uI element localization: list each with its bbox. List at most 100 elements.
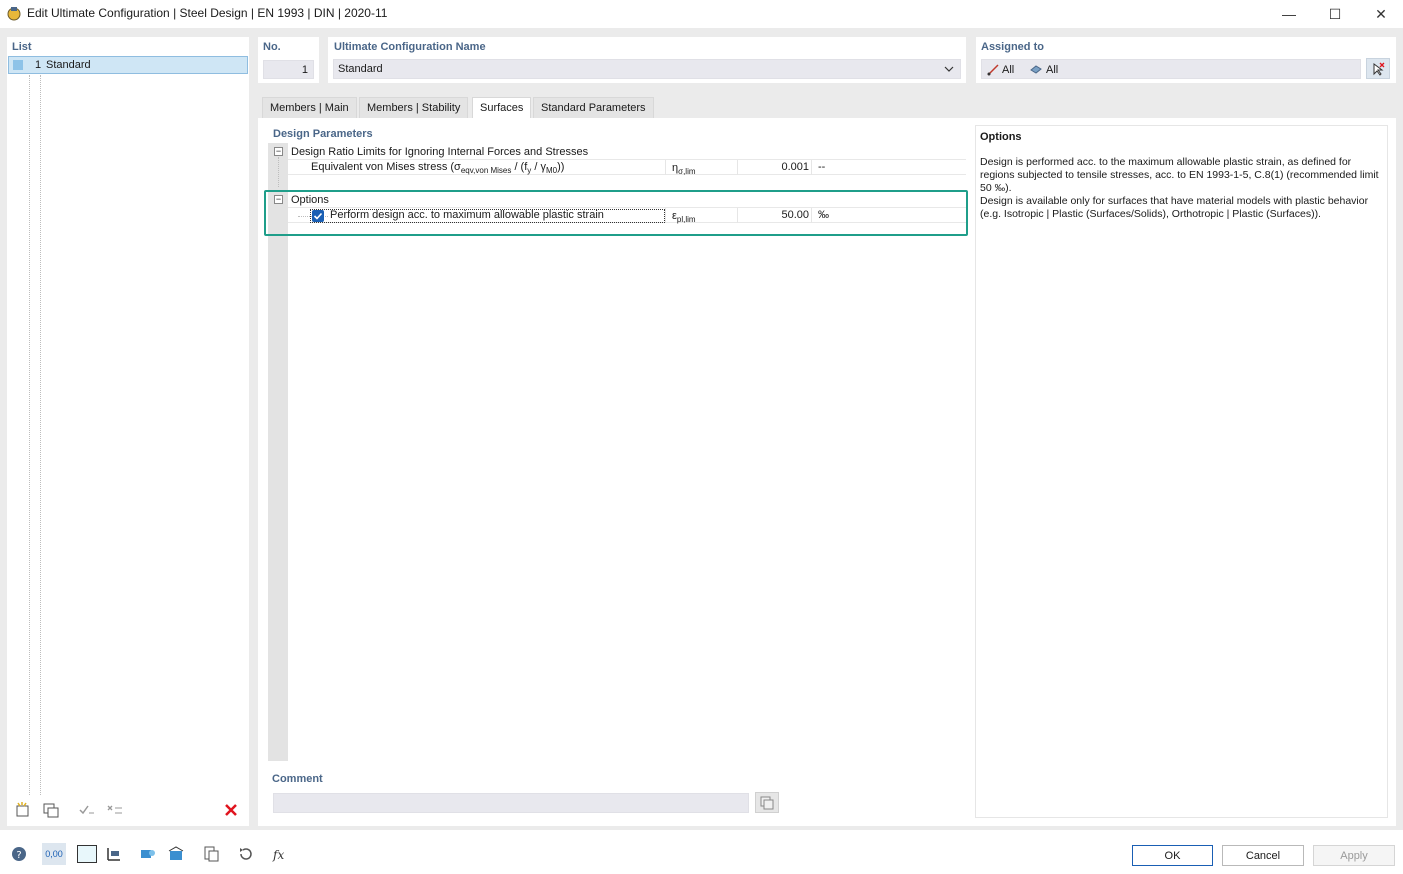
collapse-icon[interactable]: − (274, 147, 283, 156)
label-part: / γ (531, 161, 546, 173)
info-title: Options (980, 131, 1022, 143)
uncheck-all-button[interactable] (103, 799, 127, 821)
svg-text:fx: fx (272, 848, 284, 862)
structure-button[interactable] (164, 843, 188, 865)
surface-icon (1030, 65, 1042, 74)
row-value[interactable]: 0.001 (738, 161, 809, 173)
highlight-frame (264, 190, 968, 236)
item-color-swatch (13, 60, 23, 70)
model-button[interactable] (136, 843, 160, 865)
list-item-name: Standard (46, 59, 91, 71)
config-name-panel: Ultimate Configuration Name Standard (328, 37, 966, 83)
label-part: )) (557, 161, 565, 173)
formula-button[interactable]: fx (268, 843, 292, 865)
empty-panel (794, 770, 966, 818)
label-part: Equivalent von Mises stress (σ (311, 161, 461, 173)
maximize-icon: ☐ (1328, 5, 1342, 22)
ok-button[interactable]: OK (1132, 845, 1213, 866)
comment-panel: Comment (266, 770, 784, 818)
model-icon (141, 850, 155, 858)
report-button[interactable] (199, 843, 223, 865)
assigned-surfaces: All (1046, 64, 1059, 76)
column-separator (665, 160, 666, 175)
pick-cursor-icon (1373, 62, 1385, 76)
config-name-select[interactable]: Standard (333, 59, 961, 79)
decimals-button[interactable]: 0,00 (42, 843, 66, 865)
display-icon (107, 848, 120, 861)
title-bar: Edit Ultimate Configuration | Steel Desi… (0, 0, 1403, 28)
chevron-down-icon (944, 66, 954, 72)
uncheck-list-icon (107, 805, 122, 814)
report-icon (204, 846, 219, 862)
window-title: Edit Ultimate Configuration | Steel Desi… (27, 6, 388, 20)
info-line: Design is available only for surfaces th… (980, 195, 1369, 220)
column-separator (811, 160, 812, 175)
display-button[interactable] (102, 843, 126, 865)
reset-icon (240, 848, 252, 860)
tab-members-stability[interactable]: Members | Stability (359, 97, 469, 118)
assigned-field[interactable]: All All (981, 59, 1361, 79)
comment-input[interactable] (273, 793, 749, 813)
copy-icon (760, 796, 774, 809)
help-button[interactable]: ? (7, 843, 31, 865)
check-list-icon (79, 805, 94, 815)
copy-icon (43, 803, 59, 818)
maximize-button[interactable]: ☐ (1312, 0, 1358, 28)
copy-item-button[interactable] (39, 799, 63, 821)
check-all-button[interactable] (75, 799, 99, 821)
row-symbol: ησ,lim (672, 162, 696, 176)
minimize-button[interactable]: — (1266, 0, 1312, 28)
list-item[interactable]: 1 Standard (8, 56, 248, 74)
tab-standard-parameters[interactable]: Standard Parameters (533, 97, 654, 118)
delete-item-button[interactable] (219, 799, 243, 821)
delete-icon (225, 804, 237, 816)
comment-header: Comment (272, 773, 323, 785)
tab-label: Members | Main (270, 102, 349, 114)
label-part: / (f (511, 161, 528, 173)
group-label: Design Ratio Limits for Ignoring Interna… (291, 146, 589, 158)
list-header: List (12, 41, 32, 53)
assigned-panel: Assigned to All All (976, 37, 1396, 83)
color-button[interactable] (75, 843, 99, 865)
tab-label: Standard Parameters (541, 102, 646, 114)
new-item-button[interactable] (11, 799, 35, 821)
formula-icon: fx (272, 848, 284, 862)
info-panel: Options Design is performed acc. to the … (975, 125, 1388, 818)
list-panel: List 1 Standard (7, 37, 249, 826)
structure-icon (168, 846, 184, 860)
color-swatch-icon (77, 845, 97, 863)
select-objects-button[interactable] (1366, 58, 1390, 79)
close-window-button[interactable]: ✕ (1358, 0, 1403, 28)
tab-surfaces[interactable]: Surfaces (472, 97, 532, 118)
label-sub: M0 (545, 166, 558, 176)
info-text: Design is performed acc. to the maximum … (980, 156, 1380, 221)
assigned-header: Assigned to (981, 41, 1044, 53)
reset-button[interactable] (234, 843, 258, 865)
comment-library-button[interactable] (755, 792, 779, 813)
config-name-header: Ultimate Configuration Name (334, 41, 486, 53)
assigned-members: All (1002, 64, 1015, 76)
list-tree-line (29, 75, 30, 795)
new-item-icon (16, 802, 29, 817)
no-field[interactable]: 1 (263, 60, 314, 79)
tab-members-main[interactable]: Members | Main (262, 97, 357, 118)
tab-label: Members | Stability (367, 102, 461, 114)
no-header: No. (263, 41, 281, 53)
help-icon: ? (12, 847, 26, 861)
list-item-no: 1 (35, 59, 42, 71)
config-name-value: Standard (338, 63, 383, 75)
minimize-icon: — (1282, 6, 1296, 22)
tab-label: Surfaces (480, 102, 524, 114)
design-params-header: Design Parameters (273, 128, 373, 140)
no-panel: No. 1 (258, 37, 319, 83)
svg-text:?: ? (16, 850, 21, 861)
grid-row-von-mises[interactable]: Equivalent von Mises stress (σeqv,von Mi… (288, 159, 966, 176)
member-icon (987, 64, 999, 76)
row-label: Equivalent von Mises stress (σeqv,von Mi… (311, 161, 564, 175)
cancel-button[interactable]: Cancel (1222, 845, 1304, 866)
row-unit: -- (818, 161, 826, 173)
decimals-icon: 0,00 (45, 849, 63, 859)
app-icon (7, 7, 21, 21)
apply-button[interactable]: Apply (1313, 845, 1395, 866)
symbol-sub: σ,lim (678, 167, 696, 177)
